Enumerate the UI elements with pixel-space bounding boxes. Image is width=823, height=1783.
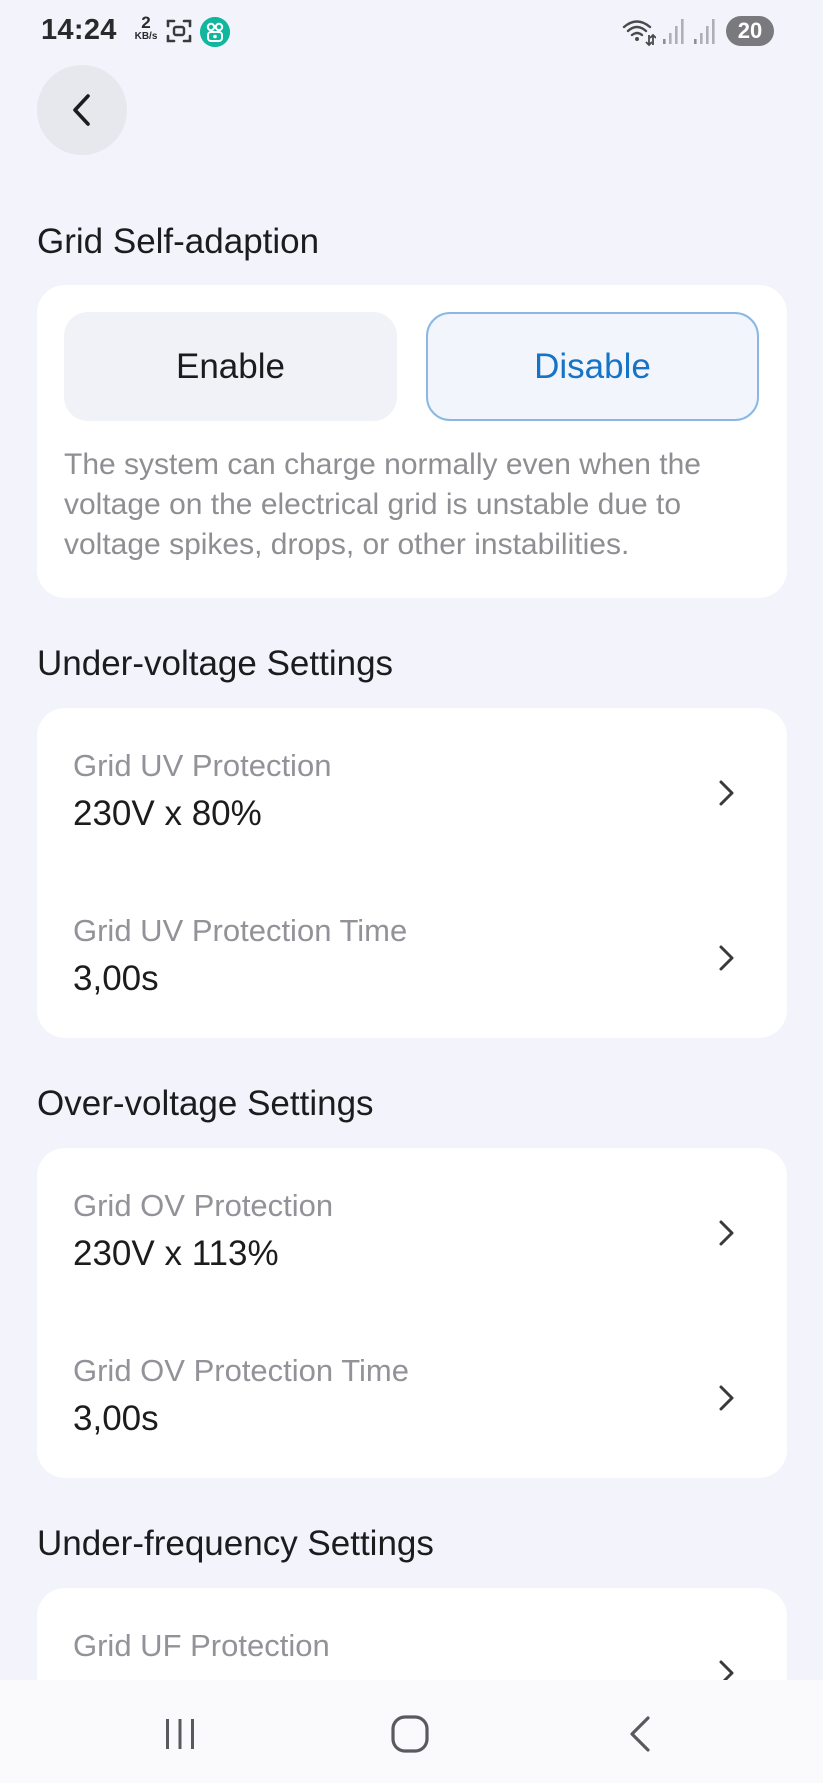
section-title-under-voltage: Under-voltage Settings: [37, 644, 394, 683]
grid-self-adaption-description: The system can charge normally even when…: [64, 448, 701, 561]
chevron-right-icon: [719, 945, 734, 971]
status-time: 14:24: [41, 14, 117, 46]
grid-self-adaption-card: Enable Disable The system can charge nor…: [37, 285, 787, 598]
chevron-right-icon: [719, 1385, 734, 1411]
battery-level: 20: [726, 16, 774, 46]
setting-value: 3,00s: [73, 959, 159, 998]
chevron-right-icon: [719, 1220, 734, 1246]
chevron-left-icon: [73, 94, 90, 126]
navigation-bar: [0, 1680, 823, 1783]
wifi-icon: [622, 20, 656, 47]
network-speed-unit: KB/s: [134, 31, 158, 42]
screen: 14:24 2 KB/s 20 Grid Self-adaption Enabl…: [0, 0, 823, 1783]
setting-row-grid-uv-protection-time[interactable]: Grid UV Protection Time 3,00s: [37, 873, 787, 1038]
recent-apps-button[interactable]: [150, 1710, 210, 1758]
signal-icon: [694, 19, 715, 44]
back-icon: [630, 1716, 650, 1752]
section-title-under-frequency: Under-frequency Settings: [37, 1524, 434, 1563]
section-title-grid-self-adaption: Grid Self-adaption: [37, 222, 320, 261]
back-button[interactable]: [37, 65, 127, 155]
disable-button[interactable]: Disable: [426, 312, 759, 421]
under-voltage-card: Grid UV Protection 230V x 80% Grid UV Pr…: [37, 708, 787, 1038]
enable-button[interactable]: Enable: [64, 312, 397, 421]
signal-icon: [663, 19, 684, 44]
chevron-right-icon: [719, 780, 734, 806]
app-icon: [200, 17, 230, 47]
setting-label: Grid UV Protection: [73, 748, 332, 783]
home-button[interactable]: [380, 1710, 440, 1758]
setting-label: Grid UV Protection Time: [73, 913, 408, 948]
setting-label: Grid UF Protection: [73, 1628, 330, 1663]
setting-value: 3,00s: [73, 1399, 159, 1438]
setting-value: 230V x 113%: [73, 1234, 279, 1273]
setting-row-grid-ov-protection-time[interactable]: Grid OV Protection Time 3,00s: [37, 1313, 787, 1478]
setting-value: 230V x 80%: [73, 794, 262, 833]
home-icon: [391, 1715, 429, 1753]
setting-label: Grid OV Protection Time: [73, 1353, 409, 1388]
recent-apps-icon: [166, 1719, 194, 1749]
setting-label: Grid OV Protection: [73, 1188, 334, 1223]
system-back-button[interactable]: [610, 1710, 670, 1758]
network-speed-value: 2: [141, 13, 151, 32]
over-voltage-card: Grid OV Protection 230V x 113% Grid OV P…: [37, 1148, 787, 1478]
screenshot-icon: [166, 19, 192, 43]
status-bar: 14:24 2 KB/s 20: [0, 0, 823, 64]
section-title-over-voltage: Over-voltage Settings: [37, 1084, 374, 1123]
network-speed: 2 KB/s: [130, 14, 162, 42]
setting-row-grid-ov-protection[interactable]: Grid OV Protection 230V x 113%: [37, 1148, 787, 1313]
setting-row-grid-uv-protection[interactable]: Grid UV Protection 230V x 80%: [37, 708, 787, 873]
